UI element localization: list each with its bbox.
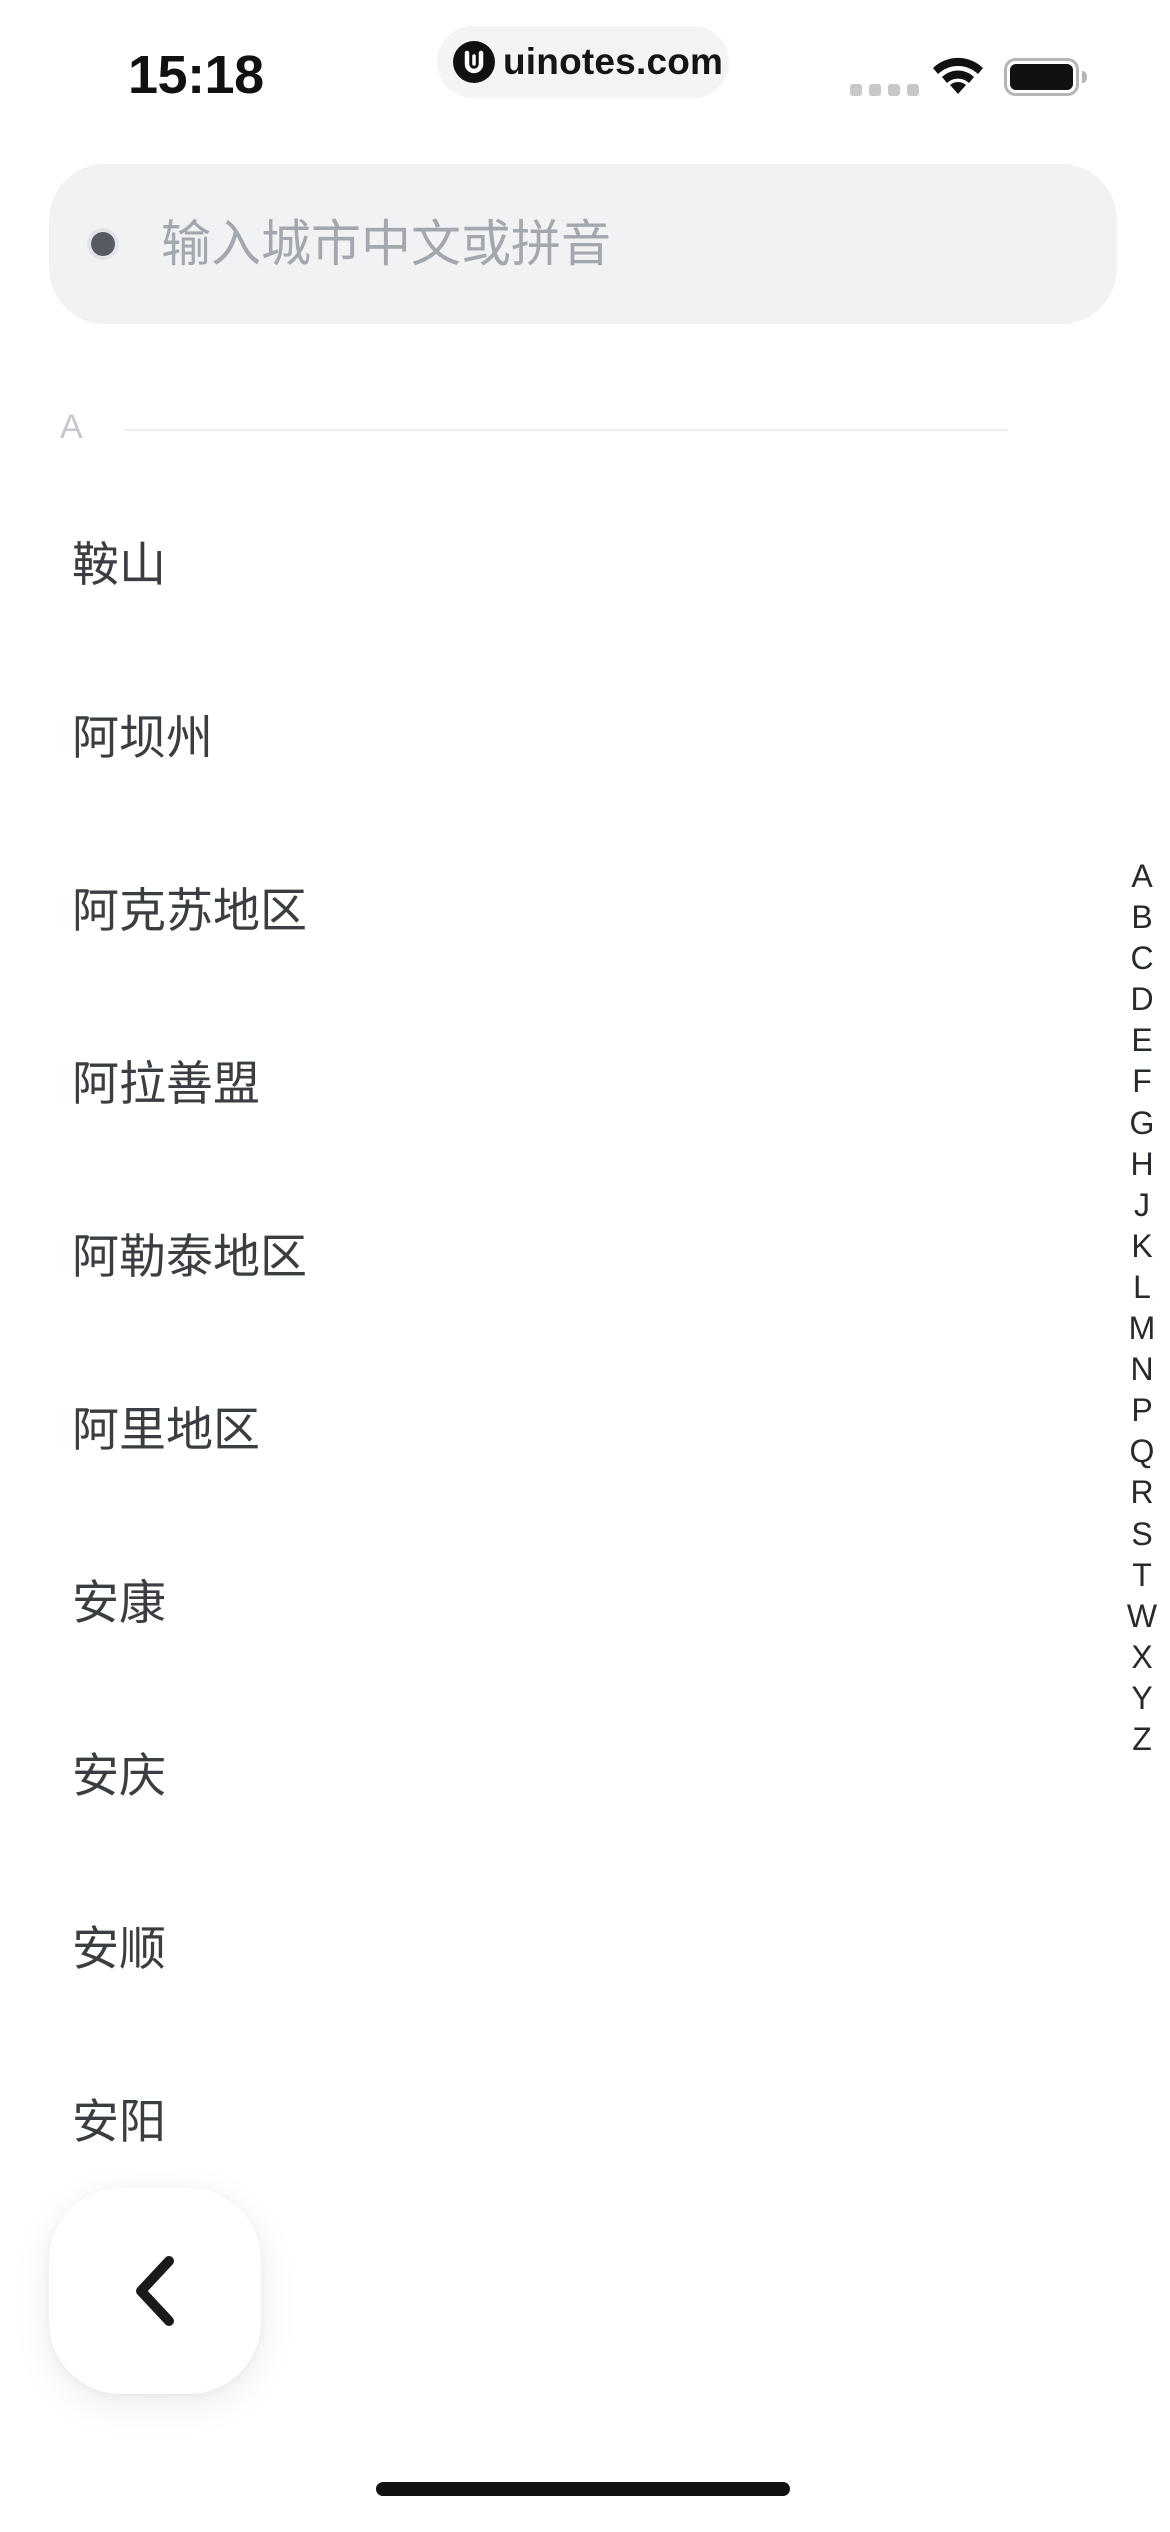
uinotes-logo-icon [453, 41, 495, 83]
city-search-input[interactable] [161, 204, 1061, 284]
index-letter-y[interactable]: Y [1118, 1678, 1166, 1719]
watermark-badge: uinotes.com [437, 26, 729, 98]
city-list-item[interactable]: 安康 [0, 1538, 1080, 1658]
chevron-left-icon [136, 2256, 174, 2326]
index-letter-s[interactable]: S [1118, 1514, 1166, 1555]
index-letter-p[interactable]: P [1118, 1390, 1166, 1431]
index-letter-k[interactable]: K [1118, 1226, 1166, 1267]
index-letter-z[interactable]: Z [1118, 1719, 1166, 1760]
index-letter-c[interactable]: C [1118, 938, 1166, 979]
city-list-item[interactable]: 安顺 [0, 1884, 1080, 2004]
city-list-item[interactable]: 阿拉善盟 [0, 1019, 1080, 1139]
watermark-text: uinotes.com [503, 41, 724, 82]
index-letter-m[interactable]: M [1118, 1308, 1166, 1349]
alphabet-index[interactable]: A B C D E F G H J K L M N P Q R S T W X … [1118, 856, 1166, 1760]
city-list-item[interactable]: 安阳 [0, 2057, 1080, 2177]
index-letter-j[interactable]: J [1118, 1185, 1166, 1226]
index-letter-f[interactable]: F [1118, 1061, 1166, 1102]
search-indicator-icon [91, 232, 115, 256]
home-indicator[interactable] [376, 2482, 790, 2496]
index-letter-b[interactable]: B [1118, 897, 1166, 938]
index-letter-t[interactable]: T [1118, 1555, 1166, 1596]
cellular-signal-icon [850, 84, 919, 96]
search-bar[interactable] [49, 164, 1117, 324]
index-letter-h[interactable]: H [1118, 1144, 1166, 1185]
status-time: 15:18 [128, 45, 264, 105]
index-letter-n[interactable]: N [1118, 1349, 1166, 1390]
index-letter-a[interactable]: A [1118, 856, 1166, 897]
index-letter-q[interactable]: Q [1118, 1431, 1166, 1472]
city-list-item[interactable]: 安庆 [0, 1711, 1080, 1831]
wifi-icon [930, 54, 986, 100]
city-list-item[interactable]: 阿里地区 [0, 1365, 1080, 1485]
index-letter-l[interactable]: L [1118, 1267, 1166, 1308]
city-list-item[interactable]: 阿克苏地区 [0, 846, 1080, 966]
city-list-item[interactable]: 鞍山 [0, 500, 1080, 620]
city-list-item[interactable]: 阿坝州 [0, 673, 1080, 793]
index-letter-g[interactable]: G [1118, 1103, 1166, 1144]
index-letter-r[interactable]: R [1118, 1472, 1166, 1513]
index-letter-w[interactable]: W [1118, 1596, 1166, 1637]
battery-icon [1004, 58, 1088, 100]
index-letter-e[interactable]: E [1118, 1020, 1166, 1061]
section-divider [124, 429, 1008, 431]
city-list-item[interactable]: 阿勒泰地区 [0, 1192, 1080, 1312]
index-letter-x[interactable]: X [1118, 1637, 1166, 1678]
back-button[interactable] [49, 2188, 261, 2394]
section-header-letter: A [60, 408, 83, 446]
index-letter-d[interactable]: D [1118, 979, 1166, 1020]
